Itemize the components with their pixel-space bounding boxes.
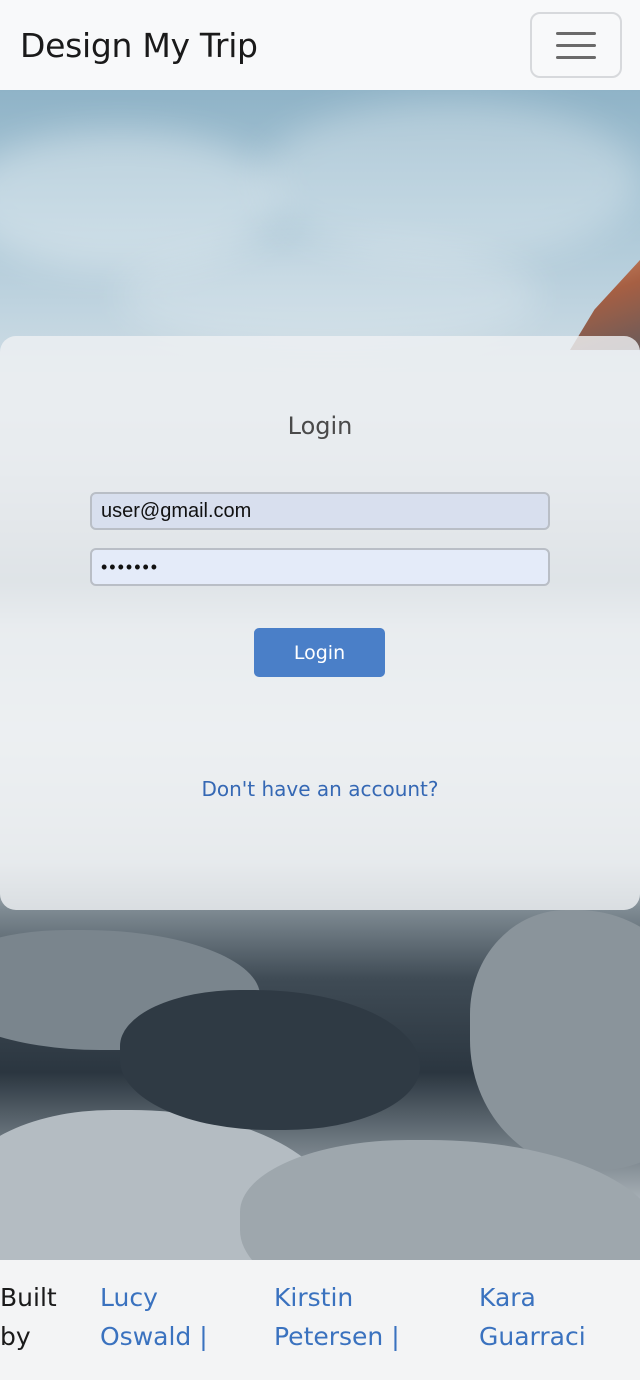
author-link-kirstin[interactable]: Kirstin Petersen | [274,1278,464,1356]
login-button[interactable]: Login [254,628,385,677]
login-heading: Login [287,412,353,440]
footer: Built by Lucy Oswald | Kirstin Petersen … [0,1260,640,1380]
navbar: Design My Trip [0,0,640,90]
signup-link[interactable]: Don't have an account? [0,777,640,801]
email-field[interactable]: user@gmail.com [90,492,550,530]
menu-toggle-button[interactable] [530,12,622,78]
password-field[interactable]: ••••••• [90,548,550,586]
hamburger-menu-icon [556,30,596,60]
author-link-kara[interactable]: Kara Guarraci [479,1278,629,1356]
brand-title[interactable]: Design My Trip [20,26,258,65]
login-card: Login user@gmail.com ••••••• Login Don't… [0,336,640,910]
built-by-label: Built by [0,1283,57,1351]
author-link-lucy[interactable]: Lucy Oswald | [100,1278,250,1356]
